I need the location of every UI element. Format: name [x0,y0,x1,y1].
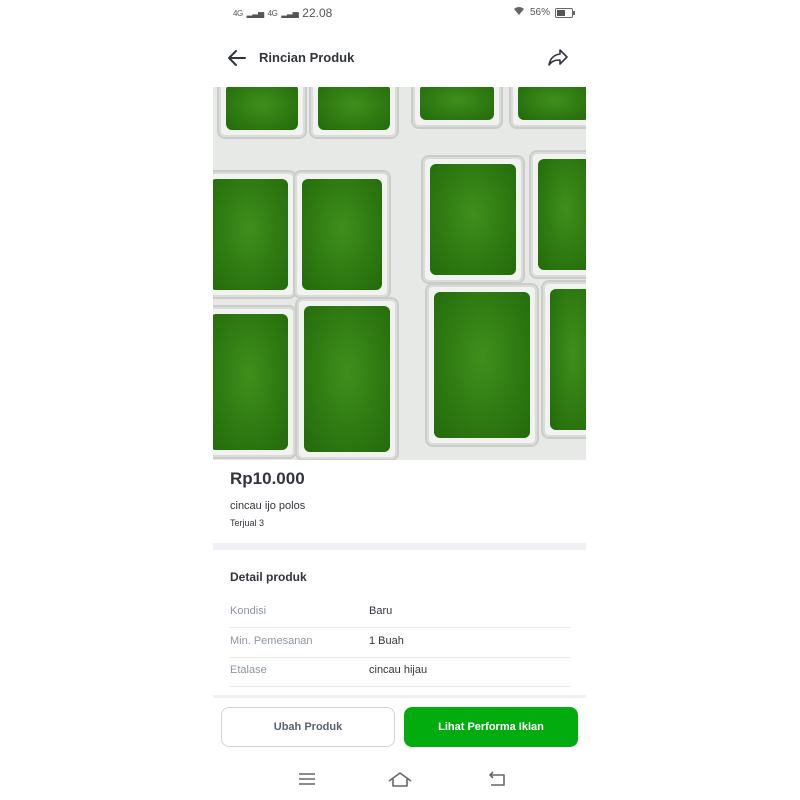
jelly-cup [543,282,586,437]
jelly-cup [511,87,586,127]
jelly-cup [427,285,537,445]
detail-value: Baru [369,605,393,617]
clock: 22.08 [302,6,333,20]
back-nav-icon[interactable] [485,767,509,791]
signal-indicator-2: 4G [267,8,278,18]
page-title: Rincian Produk [259,50,355,65]
edit-product-button[interactable]: Ubah Produk [221,707,395,747]
product-photo[interactable] [213,87,586,460]
jelly-cup [311,87,397,137]
signal-indicator-1: 4G [233,8,243,18]
detail-row-showcase: Etalase cincau hijau [230,657,570,687]
menu-icon[interactable] [295,767,319,791]
action-bar-divider [213,695,586,698]
section-divider [213,543,586,550]
jelly-cup [213,307,295,457]
detail-row-min-order: Min. Pemesanan 1 Buah [230,628,570,658]
home-icon[interactable] [387,767,412,791]
battery-fill [557,9,565,16]
app-header: Rincian Produk [213,38,586,78]
status-right: 56% [513,6,575,19]
signal-bars-icon: ▂▃▅ [246,8,264,18]
system-nav-bar [213,765,586,793]
arrow-left-icon[interactable] [225,46,249,70]
detail-label: Kondisi [230,605,267,617]
detail-value[interactable]: cincau hijau [369,664,427,676]
jelly-cup [297,299,397,459]
jelly-cup [213,172,295,297]
jelly-cup [295,172,389,297]
wifi-icon [513,6,525,19]
battery-icon [555,7,575,18]
jelly-cup [423,157,523,282]
ad-performance-button[interactable]: Lihat Performa Iklan [404,707,578,747]
product-name: cincau ijo polos [230,500,306,512]
detail-label: Etalase [230,664,267,676]
status-left: 4G ▂▃▅ 4G ▂▃▅ 22.08 [233,6,332,20]
product-price: Rp10.000 [230,469,305,488]
jelly-cup [413,87,501,127]
phone-screen: 4G ▂▃▅ 4G ▂▃▅ 22.08 56% Rincian Produk R… [213,0,586,800]
detail-label: Min. Pemesanan [230,635,313,647]
jelly-cup [219,87,305,137]
detail-section-title: Detail produk [230,570,307,584]
jelly-cup [531,152,586,277]
share-icon[interactable] [546,46,570,70]
signal-bars-icon-2: ▂▃▅ [281,8,299,18]
detail-row-condition: Kondisi Baru [230,598,570,628]
battery-percent: 56% [529,7,550,18]
detail-value: 1 Buah [369,635,404,647]
status-bar: 4G ▂▃▅ 4G ▂▃▅ 22.08 56% [233,6,575,24]
sold-count: Terjual 3 [230,518,265,528]
